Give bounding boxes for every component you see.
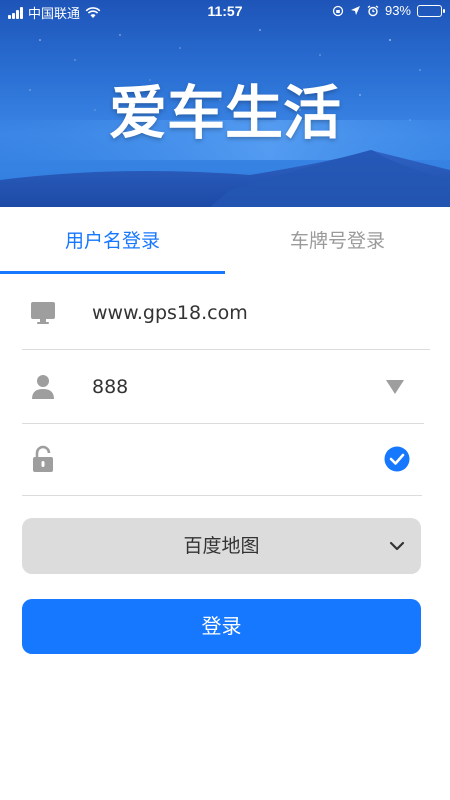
lock-icon bbox=[28, 422, 58, 496]
server-row bbox=[22, 276, 430, 350]
header-banner: 中国联通 11:57 93% 爱车生活 bbox=[0, 0, 450, 207]
check-circle-icon[interactable] bbox=[384, 422, 410, 496]
login-tabs: 用户名登录 车牌号登录 bbox=[0, 207, 450, 275]
app-title: 爱车生活 bbox=[108, 79, 341, 147]
status-bar: 中国联通 11:57 93% bbox=[0, 0, 450, 24]
alarm-icon bbox=[367, 4, 379, 16]
battery-percent: 93% bbox=[384, 3, 411, 18]
server-address-input[interactable] bbox=[92, 276, 372, 350]
rotation-lock-icon bbox=[332, 5, 344, 16]
tab-plate-login[interactable]: 车牌号登录 bbox=[225, 207, 450, 275]
username-row bbox=[22, 350, 424, 424]
status-right: 93% bbox=[332, 3, 445, 18]
divider bbox=[22, 495, 422, 496]
location-arrow-icon bbox=[350, 6, 360, 15]
password-row bbox=[22, 422, 422, 496]
map-type-value: 百度地图 bbox=[183, 535, 260, 557]
monitor-icon bbox=[28, 276, 58, 350]
map-type-select[interactable]: 百度地图 bbox=[22, 518, 421, 574]
user-icon bbox=[28, 350, 58, 424]
tab-username-login[interactable]: 用户名登录 bbox=[0, 207, 225, 275]
username-input[interactable] bbox=[92, 350, 372, 424]
triangle-down-icon[interactable] bbox=[386, 350, 404, 424]
password-input[interactable] bbox=[92, 422, 372, 496]
battery-icon bbox=[417, 4, 445, 17]
chevron-down-icon bbox=[389, 538, 405, 558]
active-tab-indicator bbox=[0, 271, 225, 274]
login-button[interactable]: 登录 bbox=[22, 599, 421, 654]
